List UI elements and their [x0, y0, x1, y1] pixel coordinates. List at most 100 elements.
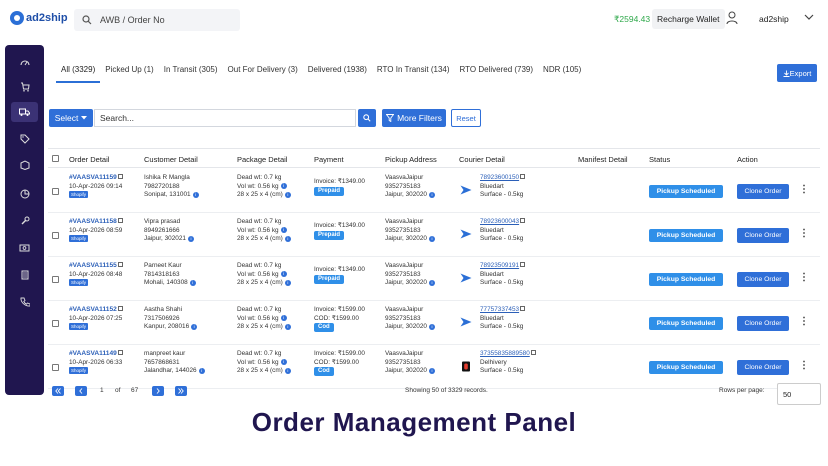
sidebar-item-tools[interactable]	[11, 211, 38, 231]
tab-rto-delivered[interactable]: RTO Delivered (739)	[455, 63, 539, 83]
dead-weight: Dead wt: 0.7 kg	[237, 306, 282, 313]
info-icon[interactable]: i	[284, 279, 291, 286]
info-icon[interactable]: i	[280, 226, 287, 233]
copy-icon[interactable]	[117, 350, 123, 355]
order-search-input[interactable]: Search...	[94, 109, 356, 127]
copy-icon[interactable]	[530, 350, 536, 355]
sidebar-item-reports[interactable]	[11, 184, 38, 204]
user-icon[interactable]	[726, 11, 738, 25]
export-button[interactable]: Export	[777, 64, 817, 82]
more-filters-button[interactable]: More Filters	[382, 109, 446, 127]
row-checkbox[interactable]	[52, 364, 59, 371]
chevron-down-icon[interactable]	[804, 12, 814, 22]
awb-search-placeholder: AWB / Order No	[100, 15, 165, 25]
info-icon[interactable]: i	[284, 323, 291, 330]
prev-page-button[interactable]	[75, 386, 87, 396]
pickup-name: VaasvaJaipur	[385, 218, 424, 225]
order-id-link[interactable]: #VAASVA11155	[69, 262, 117, 269]
more-options-icon[interactable]: ⋮	[799, 229, 809, 239]
copy-icon[interactable]	[520, 306, 526, 311]
tab-picked-up[interactable]: Picked Up (1)	[100, 63, 158, 83]
first-page-button[interactable]	[52, 386, 64, 396]
copy-icon[interactable]	[117, 306, 123, 311]
search-icon	[363, 114, 371, 122]
row-checkbox[interactable]	[52, 232, 59, 239]
tab-delivered[interactable]: Delivered (1938)	[303, 63, 372, 83]
select-all-checkbox[interactable]	[52, 155, 59, 162]
awb-link[interactable]: 37355835889580	[480, 350, 530, 357]
more-options-icon[interactable]: ⋮	[799, 273, 809, 283]
clone-order-button[interactable]: Clone Order	[737, 184, 789, 199]
info-icon[interactable]: i	[284, 191, 291, 198]
awb-link[interactable]: 78923600043	[480, 218, 519, 225]
customer-name: Parneet Kaur	[144, 262, 182, 269]
search-button[interactable]	[358, 109, 376, 127]
copy-icon[interactable]	[520, 218, 526, 223]
next-page-button[interactable]	[152, 386, 164, 396]
info-icon[interactable]: i	[428, 323, 435, 330]
awb-link[interactable]: 78923509191	[480, 262, 519, 269]
rows-per-page-select[interactable]: 50	[777, 383, 821, 405]
more-options-icon[interactable]: ⋮	[799, 185, 809, 195]
info-icon[interactable]: i	[189, 279, 196, 286]
order-date: 10-Apr-2026 08:48	[69, 270, 123, 278]
clone-order-button[interactable]: Clone Order	[737, 272, 789, 287]
clone-order-button[interactable]: Clone Order	[737, 228, 789, 243]
row-checkbox[interactable]	[52, 320, 59, 327]
more-options-icon[interactable]: ⋮	[799, 361, 809, 371]
select-filter-dropdown[interactable]: Select	[49, 109, 93, 127]
tab-all[interactable]: All (3329)	[56, 63, 101, 83]
info-icon[interactable]: i	[428, 235, 435, 242]
info-icon[interactable]: i	[198, 367, 205, 374]
sidebar-item-support[interactable]	[11, 292, 38, 312]
info-icon[interactable]: i	[428, 367, 435, 374]
row-checkbox[interactable]	[52, 276, 59, 283]
sidebar-item-orders[interactable]	[11, 77, 38, 97]
info-icon[interactable]: i	[428, 191, 435, 198]
copy-icon[interactable]	[520, 262, 526, 267]
clone-order-button[interactable]: Clone Order	[737, 316, 789, 331]
info-icon[interactable]: i	[192, 191, 199, 198]
caret-down-icon	[81, 116, 88, 120]
clone-order-button[interactable]: Clone Order	[737, 360, 789, 375]
sidebar-item-dashboard[interactable]	[11, 53, 38, 73]
sidebar-item-calculator[interactable]	[11, 265, 38, 285]
order-id-link[interactable]: #VAASVA11158	[69, 218, 117, 225]
sidebar-item-warehouse[interactable]	[11, 155, 38, 175]
order-id-link[interactable]: #VAASVA11152	[69, 306, 117, 313]
recharge-wallet-button[interactable]: Recharge Wallet	[652, 9, 725, 29]
info-icon[interactable]: i	[280, 358, 287, 365]
info-icon[interactable]: i	[187, 235, 194, 242]
more-options-icon[interactable]: ⋮	[799, 317, 809, 327]
row-checkbox[interactable]	[52, 188, 59, 195]
reset-button[interactable]: Reset	[451, 109, 481, 127]
info-icon[interactable]: i	[428, 279, 435, 286]
info-icon[interactable]: i	[284, 367, 291, 374]
tab-in-transit[interactable]: In Transit (305)	[159, 63, 223, 83]
tab-ndr[interactable]: NDR (105)	[538, 63, 586, 83]
awb-link[interactable]: 78923600150	[480, 174, 519, 181]
order-id-link[interactable]: #VAASVA11149	[69, 350, 117, 357]
order-id-link[interactable]: #VAASVA11159	[69, 174, 117, 181]
copy-icon[interactable]	[117, 174, 123, 179]
copy-icon[interactable]	[117, 218, 123, 223]
customer-location: Jalandhar, 144026	[144, 367, 197, 375]
tab-out-for-delivery[interactable]: Out For Delivery (3)	[223, 63, 303, 83]
user-name[interactable]: ad2ship	[759, 14, 789, 24]
copy-icon[interactable]	[520, 174, 526, 179]
info-icon[interactable]: i	[284, 235, 291, 242]
awb-link[interactable]: 77757337453	[480, 306, 519, 313]
sidebar-item-tags[interactable]	[11, 129, 38, 149]
tab-rto-in-transit[interactable]: RTO In Transit (134)	[372, 63, 455, 83]
sidebar-item-shipments[interactable]	[11, 102, 38, 122]
sidebar-item-billing[interactable]	[11, 238, 38, 258]
last-page-button[interactable]	[175, 386, 187, 396]
awb-search-input[interactable]: AWB / Order No	[74, 9, 240, 31]
brand-logo[interactable]: ad2ship	[10, 11, 68, 25]
info-icon[interactable]: i	[280, 314, 287, 321]
info-icon[interactable]: i	[280, 270, 287, 277]
info-icon[interactable]: i	[280, 182, 287, 189]
dead-weight: Dead wt: 0.7 kg	[237, 350, 282, 357]
copy-icon[interactable]	[117, 262, 123, 267]
info-icon[interactable]: i	[191, 323, 198, 330]
